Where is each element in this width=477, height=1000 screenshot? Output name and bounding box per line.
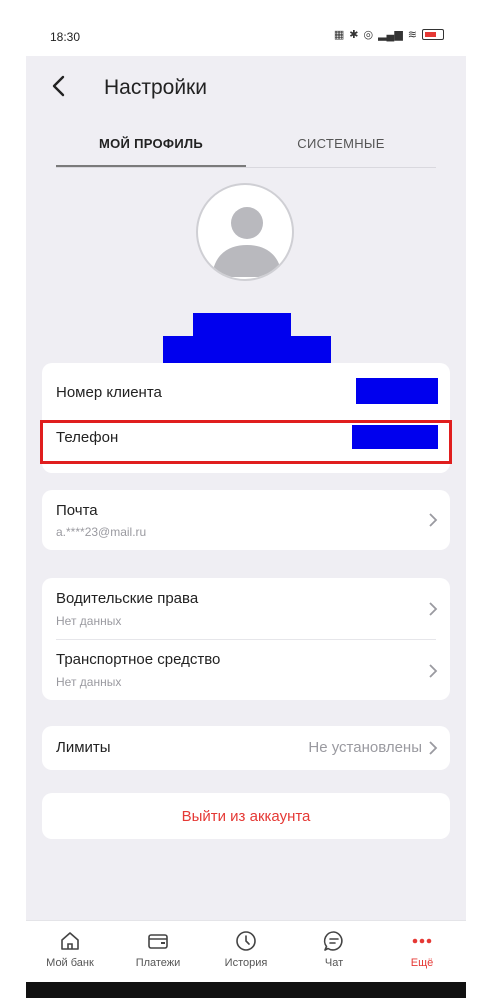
vehicle-row[interactable]: Транспортное средство Нет данных: [42, 639, 450, 700]
status-icons: ▦ ✱ ◎ ▂▄▆ ≋: [334, 28, 444, 41]
battery-icon: [422, 29, 444, 40]
client-number-row: Номер клиента: [42, 371, 450, 417]
status-bar: 18:30 ▦ ✱ ◎ ▂▄▆ ≋: [26, 18, 466, 56]
nav-label: Платежи: [135, 957, 181, 969]
documents-card: Водительские права Нет данных Транспортн…: [42, 578, 450, 700]
limits-value: Не установлены: [308, 739, 422, 756]
sim-icon: ▦: [333, 29, 345, 41]
nav-item-more[interactable]: Ещё: [378, 921, 466, 982]
user-silhouette-icon: [212, 207, 282, 277]
mail-value: a.****23@mail.ru: [56, 525, 147, 539]
limits-label: Лимиты: [56, 739, 111, 756]
bottom-nav: Мой банк Платежи История Чат Ещё: [26, 920, 466, 982]
phone-highlight-frame: [40, 420, 452, 464]
limits-card[interactable]: Лимиты Не установлены: [42, 726, 450, 770]
clock-icon: [236, 931, 256, 951]
redacted-name-last: [163, 336, 331, 363]
driver-license-label: Водительские права: [56, 590, 199, 607]
avatar[interactable]: [196, 183, 294, 281]
chevron-right-icon: [429, 664, 438, 678]
more-icon: [412, 938, 432, 944]
back-arrow-icon[interactable]: [48, 74, 72, 98]
mail-card[interactable]: Почта a.****23@mail.ru: [42, 490, 450, 550]
logout-button[interactable]: Выйти из аккаунта: [42, 793, 450, 839]
nav-item-chat[interactable]: Чат: [290, 921, 378, 982]
nav-label: Ещё: [410, 957, 434, 969]
wallet-icon: [148, 934, 168, 949]
mail-label: Почта: [56, 502, 98, 519]
vehicle-label: Транспортное средство: [56, 651, 221, 668]
nav-label: Чат: [324, 957, 344, 969]
signal-icon: ▂▄▆: [378, 29, 403, 41]
nav-item-payments[interactable]: Платежи: [114, 921, 202, 982]
nav-item-my-bank[interactable]: Мой банк: [26, 921, 114, 982]
driver-license-row[interactable]: Водительские права Нет данных: [42, 578, 450, 639]
driver-license-value: Нет данных: [56, 614, 122, 628]
home-icon: [61, 932, 79, 950]
status-time: 18:30: [50, 30, 81, 44]
wifi-icon: ≋: [407, 29, 417, 41]
chat-icon: [323, 931, 343, 951]
nav-item-history[interactable]: История: [202, 921, 290, 982]
client-number-label: Номер клиента: [56, 384, 162, 401]
logout-label: Выйти из аккаунта: [181, 807, 311, 825]
chevron-right-icon: [429, 741, 438, 755]
bluetooth-icon: ✱: [349, 29, 359, 41]
nav-label: История: [224, 957, 268, 969]
tab-system[interactable]: Системные: [246, 126, 436, 167]
vehicle-value: Нет данных: [56, 675, 122, 689]
nav-label: Мой банк: [46, 957, 94, 969]
chevron-right-icon: [429, 513, 438, 527]
header: Настройки: [26, 56, 466, 118]
system-home-bar: [26, 982, 466, 998]
chevron-right-icon: [429, 602, 438, 616]
tab-my-profile[interactable]: Мой профиль: [56, 126, 246, 167]
phone-screen: 18:30 ▦ ✱ ◎ ▂▄▆ ≋ Настройки Мой профиль …: [26, 18, 466, 998]
page-title: Настройки: [104, 76, 207, 99]
redacted-name-first: [193, 313, 291, 336]
tabs: Мой профиль Системные: [56, 126, 436, 168]
redacted-client-number: [356, 378, 438, 404]
location-icon: ◎: [363, 29, 374, 41]
